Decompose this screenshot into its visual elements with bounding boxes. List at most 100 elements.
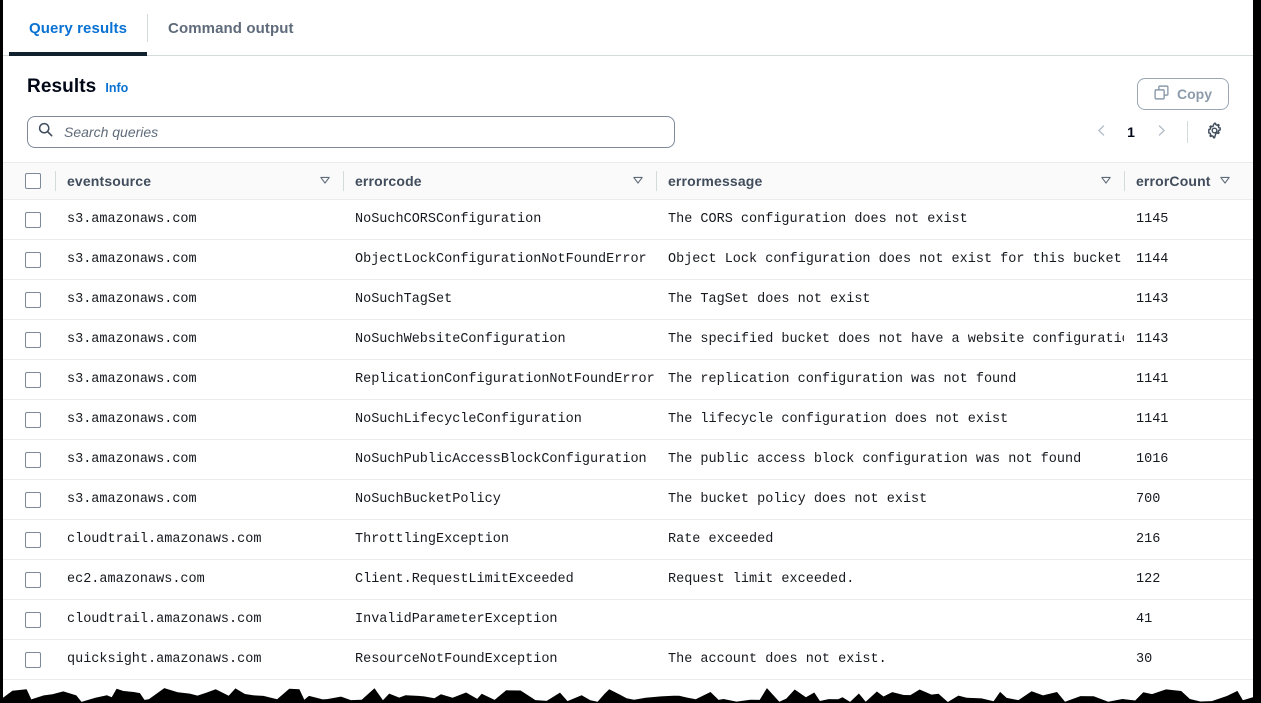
column-header-eventsource[interactable]: eventsource [55, 163, 343, 200]
copy-icon [1154, 85, 1169, 103]
cell-errorcode: ResourceNotFoundException [343, 639, 656, 680]
table-row[interactable]: s3.amazonaws.com NoSuchPublicAccessBlockC… [3, 439, 1253, 480]
pagination-page-1[interactable]: 1 [1118, 124, 1144, 140]
table-row[interactable]: cloudtrail.amazonaws.com ThrottlingExcept… [3, 519, 1253, 560]
row-select-cell [3, 239, 55, 280]
table-row[interactable]: s3.amazonaws.com ReplicationConfiguration… [3, 359, 1253, 400]
table-row[interactable]: cloudtrail.amazonaws.com InvalidParameter… [3, 599, 1253, 640]
cell-errorcount: 1143 [1124, 279, 1253, 320]
tab-query-results-label: Query results [29, 19, 128, 37]
cell-errorcode: ObjectLockConfigurationNotFoundError [343, 239, 656, 280]
cell-errorcode: NoSuchTagSet [343, 279, 656, 320]
page-title: Results [27, 76, 97, 97]
cell-errorcode: NoSuchWebsiteConfiguration [343, 319, 656, 360]
cell-errorcode: NoSuchPublicAccessBlockConfiguration [343, 439, 656, 480]
sort-descending-icon [632, 173, 644, 189]
cell-errormessage: Rate exceeded [656, 519, 1124, 560]
table-row[interactable]: s3.amazonaws.com NoSuchCORSConfiguration T… [3, 199, 1253, 240]
info-link[interactable]: Info [105, 81, 128, 95]
column-header-errorcount-label: errorCount [1136, 173, 1211, 189]
column-header-errormessage[interactable]: errormessage [656, 163, 1124, 200]
row-select-checkbox[interactable] [25, 291, 41, 308]
pagination: 1 [1086, 117, 1176, 147]
table-header-row: eventsource errorcode errormessage error… [3, 163, 1253, 200]
results-table-body: s3.amazonaws.com NoSuchCORSConfiguration T… [3, 199, 1253, 680]
tab-command-output[interactable]: Command output [148, 0, 314, 56]
cell-errormessage: Request limit exceeded. [656, 559, 1124, 600]
cell-eventsource: cloudtrail.amazonaws.com [55, 599, 343, 640]
table-row[interactable]: s3.amazonaws.com NoSuchBucketPolicy The bu… [3, 479, 1253, 520]
cell-errormessage [656, 599, 1124, 640]
row-select-checkbox[interactable] [25, 531, 41, 548]
capture-right-edge [1253, 0, 1261, 703]
pagination-previous-button[interactable] [1086, 117, 1116, 147]
row-select-checkbox[interactable] [25, 251, 41, 268]
cell-errorcode: InvalidParameterException [343, 599, 656, 640]
cell-errorcount: 30 [1124, 639, 1253, 680]
row-select-checkbox[interactable] [25, 491, 41, 508]
row-select-cell [3, 199, 55, 240]
row-select-wrapper [3, 240, 55, 279]
search-input[interactable] [27, 116, 675, 148]
row-select-wrapper [3, 560, 55, 599]
column-header-errorcode-label: errorcode [355, 173, 422, 189]
table-row[interactable]: s3.amazonaws.com NoSuchTagSet The TagSet d… [3, 279, 1253, 320]
table-row[interactable]: quicksight.amazonaws.com ResourceNotFound… [3, 639, 1253, 680]
row-select-cell [3, 399, 55, 440]
row-select-checkbox[interactable] [25, 611, 41, 628]
preferences-button[interactable] [1199, 117, 1229, 147]
results-toolbar: 1 [3, 108, 1253, 162]
tab-command-output-label: Command output [168, 19, 294, 37]
table-row[interactable]: s3.amazonaws.com NoSuchLifecycleConfigura… [3, 399, 1253, 440]
select-all-header [3, 163, 55, 200]
sort-descending-icon [1100, 173, 1112, 189]
row-select-wrapper [3, 440, 55, 479]
row-select-checkbox[interactable] [25, 211, 41, 228]
row-select-checkbox[interactable] [25, 651, 41, 668]
column-header-errorcode[interactable]: errorcode [343, 163, 656, 200]
table-row[interactable]: s3.amazonaws.com ObjectLockConfigurationN… [3, 239, 1253, 280]
copy-button[interactable]: Copy [1137, 78, 1229, 110]
query-results-page: Query results Command output Results Inf… [3, 0, 1253, 703]
select-all-cell [3, 163, 55, 199]
row-select-cell [3, 559, 55, 600]
row-select-checkbox[interactable] [25, 411, 41, 428]
cell-eventsource: s3.amazonaws.com [55, 199, 343, 240]
row-select-cell [3, 279, 55, 320]
column-header-errorcount[interactable]: errorCount [1124, 163, 1253, 200]
results-table-wrapper: eventsource errorcode errormessage error… [3, 162, 1253, 680]
tab-query-results[interactable]: Query results [9, 0, 148, 56]
row-select-wrapper [3, 480, 55, 519]
row-select-cell [3, 359, 55, 400]
row-select-checkbox[interactable] [25, 371, 41, 388]
cell-eventsource: s3.amazonaws.com [55, 359, 343, 400]
cell-eventsource: s3.amazonaws.com [55, 399, 343, 440]
row-select-wrapper [3, 280, 55, 319]
copy-button-label: Copy [1177, 86, 1212, 102]
pagination-next-button[interactable] [1146, 117, 1176, 147]
results-table-head: eventsource errorcode errormessage error… [3, 163, 1253, 200]
cell-eventsource: s3.amazonaws.com [55, 279, 343, 320]
cell-errorcount: 122 [1124, 559, 1253, 600]
table-row[interactable]: ec2.amazonaws.com Client.RequestLimitExce… [3, 559, 1253, 600]
cell-errormessage: The CORS configuration does not exist [656, 199, 1124, 240]
cell-errormessage: The TagSet does not exist [656, 279, 1124, 320]
cell-errorcount: 1016 [1124, 439, 1253, 480]
column-header-eventsource-label: eventsource [67, 173, 152, 189]
row-select-wrapper [3, 200, 55, 239]
cell-errorcode: ThrottlingException [343, 519, 656, 560]
row-select-wrapper [3, 360, 55, 399]
cell-eventsource: cloudtrail.amazonaws.com [55, 519, 343, 560]
row-select-checkbox[interactable] [25, 571, 41, 588]
row-select-checkbox[interactable] [25, 451, 41, 468]
table-row[interactable]: s3.amazonaws.com NoSuchWebsiteConfigurati… [3, 319, 1253, 360]
cell-errorcount: 1144 [1124, 239, 1253, 280]
cell-errormessage: The bucket policy does not exist [656, 479, 1124, 520]
row-select-cell [3, 519, 55, 560]
cell-errormessage: The account does not exist. [656, 639, 1124, 680]
select-all-checkbox[interactable] [25, 173, 41, 189]
cell-eventsource: s3.amazonaws.com [55, 239, 343, 280]
cell-errormessage: The lifecycle configuration does not exi… [656, 399, 1124, 440]
row-select-checkbox[interactable] [25, 331, 41, 348]
cell-errorcount: 216 [1124, 519, 1253, 560]
